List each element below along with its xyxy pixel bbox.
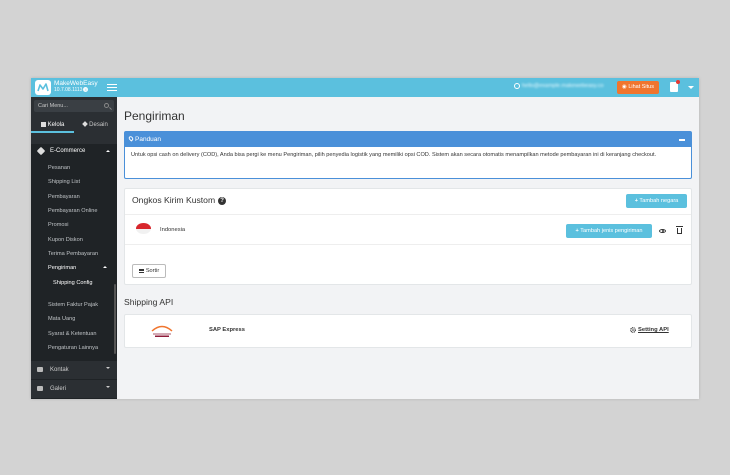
sidebar: Kelola Desain E-Commerce Pesanan Shippin… [31,97,117,399]
brand: MakeWebEasy 10.7.08.1113 i [54,80,98,93]
add-shipping-type-label: Tambah jenis pengiriman [580,228,643,234]
tab-desain-label: Desain [89,122,108,128]
custom-shipping-card: Ongkos Kirim Kustom? + Tambah negara Ind… [124,188,692,285]
grid-icon [40,121,46,127]
main-content: Pengiriman Panduan Untuk opsi cash on de… [117,97,699,399]
sidebar-section-label: E-Commerce [50,148,86,154]
sidebar-section-kontak[interactable]: Kontak [31,361,117,379]
guide-panel: Panduan Untuk opsi cash on delivery (COD… [124,131,692,179]
custom-shipping-title-text: Ongkos Kirim Kustom [132,195,216,205]
sidebar-item-pesanan[interactable]: Pesanan [48,165,70,171]
brand-name: MakeWebEasy [54,80,98,87]
view-site-label: Lihat Situs [628,84,654,90]
image-icon [37,386,43,391]
chevron-up-icon [106,150,110,152]
sidebar-section-label: Kontak [50,367,69,373]
page-title: Pengiriman [124,109,185,123]
globe-icon [514,83,520,89]
shipping-api-title: Shipping API [124,297,174,307]
info-icon[interactable]: i [83,87,89,93]
search-input[interactable] [38,100,100,112]
makewebeasy-logo[interactable] [35,80,51,95]
tab-kelola[interactable]: Kelola [31,117,74,133]
list-icon [138,268,144,273]
user-email: hello@example.makewebeasy.co [522,83,604,90]
chevron-down-icon[interactable] [688,86,694,89]
collapse-icon[interactable] [679,139,685,141]
provider-name: SAP Express [209,327,245,333]
version: 10.7.08.1113 [54,87,83,93]
trash-icon[interactable] [676,226,683,234]
sidebar-item-label: Pengiriman [48,265,77,271]
sap-express-logo [151,325,173,337]
help-icon[interactable]: ? [218,197,227,205]
custom-shipping-title: Ongkos Kirim Kustom? [132,195,227,205]
sidebar-section-galeri[interactable]: Galeri [31,380,117,398]
top-bar: MakeWebEasy 10.7.08.1113 i hello@example.… [31,78,699,97]
shipping-api-card: SAP Express Setting API [124,314,692,348]
country-name: Indonesia [160,227,186,233]
sidebar-item-sistem-faktur-pajak[interactable]: Sistem Faktur Pajak [48,302,98,308]
envelope-icon [37,367,43,372]
guide-title: Panduan [135,136,162,143]
sort-button[interactable]: Sortir [132,264,166,278]
guide-text: Untuk opsi cash on delivery (COD), Anda … [131,152,657,158]
notification-icon[interactable] [670,80,680,92]
app-window: MakeWebEasy 10.7.08.1113 i hello@example.… [31,78,699,399]
sidebar-tabs: Kelola Desain [31,117,117,133]
tab-kelola-label: Kelola [47,122,65,128]
menu-search [34,100,114,112]
sidebar-item-promosi[interactable]: Promosi [48,222,69,228]
chevron-down-icon [106,386,110,388]
map-pin-icon [127,135,135,142]
sidebar-item-shipping-config[interactable]: Shipping Config [53,280,93,286]
user-account[interactable]: hello@example.makewebeasy.co [514,83,604,89]
sort-label: Sortir [145,268,160,274]
indonesia-flag-icon [136,223,151,234]
guide-header[interactable]: Panduan [125,132,691,147]
sidebar-item-pengaturan-lainnya[interactable]: Pengaturan Lainnya [48,345,98,351]
pencil-icon [82,121,88,128]
country-row: Indonesia + Tambah jenis pengiriman [125,214,691,245]
sidebar-item-kupon-diskon[interactable]: Kupon Diskon [48,237,83,243]
view-site-button[interactable]: ◉ Lihat Situs [617,81,659,94]
sidebar-section-ecommerce[interactable]: E-Commerce [31,144,117,158]
tab-desain[interactable]: Desain [74,117,117,133]
hamburger-menu-icon[interactable] [107,82,117,92]
sidebar-item-pembayaran[interactable]: Pembayaran [48,194,80,200]
sidebar-item-pembayaran-online[interactable]: Pembayaran Online [48,208,97,214]
sidebar-menu: E-Commerce Pesanan Shipping List Pembaya… [31,144,117,399]
chevron-up-icon [103,266,108,268]
sidebar-item-shipping-list[interactable]: Shipping List [48,179,80,185]
chevron-down-icon [106,367,110,369]
eye-icon[interactable] [659,229,666,233]
sidebar-item-terima-pembayaran[interactable]: Terima Pembayaran [48,251,98,257]
sidebar-item-pengiriman[interactable]: Pengiriman [48,265,108,271]
sidebar-section-label: Galeri [50,386,67,392]
sidebar-item-syarat-ketentuan[interactable]: Syarat & Ketentuan [48,331,97,337]
add-shipping-type-button[interactable]: + Tambah jenis pengiriman [566,224,652,238]
add-country-button[interactable]: + Tambah negara [626,194,687,208]
sidebar-scrollbar[interactable] [114,284,116,354]
search-icon[interactable] [104,103,109,108]
gear-icon[interactable] [630,327,636,333]
notification-badge [676,80,680,84]
add-country-label: Tambah negara [639,198,679,204]
sidebar-item-mata-uang[interactable]: Mata Uang [48,316,75,322]
tag-icon [36,146,46,156]
setting-api-link[interactable]: Setting API [638,327,669,333]
